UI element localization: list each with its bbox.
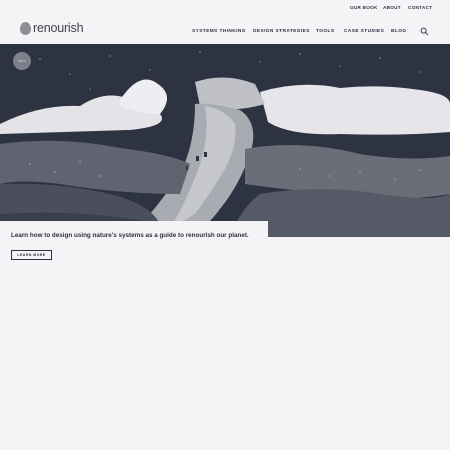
utility-link-contact[interactable]: CONTACT (408, 5, 432, 10)
landscape-illustration (0, 44, 450, 237)
logo-wordmark: renourish (33, 21, 84, 35)
nav-design-strategies[interactable]: DESIGN STRATEGIES (253, 29, 310, 34)
utility-link-about[interactable]: ABOUT (383, 5, 401, 10)
nav-tools[interactable]: TOOLS (316, 29, 334, 34)
hero-illustration: Intro (0, 44, 450, 237)
nav-case-studies[interactable]: CASE STUDIES (344, 29, 384, 34)
utility-link-our-book[interactable]: OUR BOOK (350, 5, 378, 10)
intro-badge[interactable]: Intro (13, 52, 31, 70)
nav-systems-thinking[interactable]: SYSTEMS THINKING (192, 29, 246, 34)
site-header: renourish SYSTEMS THINKING DESIGN STRATE… (0, 16, 450, 44)
learn-more-button[interactable]: LEARN MORE (11, 250, 52, 260)
utility-nav: OUR BOOK ABOUT CONTACT (0, 0, 450, 16)
hero-tagline: Learn how to design using nature's syste… (11, 232, 249, 239)
search-icon[interactable] (420, 27, 429, 36)
nav-blog[interactable]: BLOG (391, 29, 406, 34)
site-logo[interactable]: renourish (20, 21, 84, 35)
leaf-logo-icon (20, 21, 31, 35)
